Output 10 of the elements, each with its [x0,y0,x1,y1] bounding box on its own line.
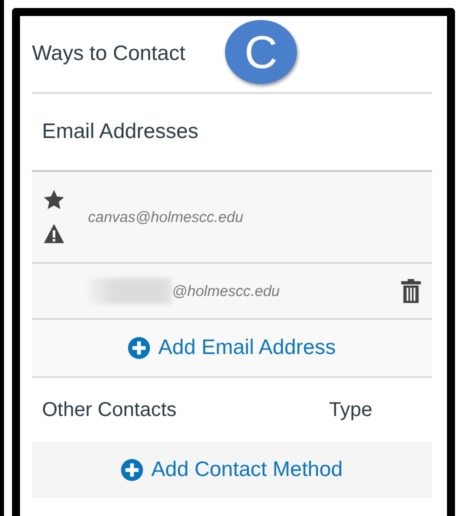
column-header: Type [329,398,372,422]
section-heading: Email Addresses [42,120,198,144]
plus-icon [121,459,144,481]
column-header: Other Contacts [42,398,178,422]
email-address: @holmescc.edu [172,282,280,300]
delete-button[interactable] [400,279,422,303]
plus-icon [128,337,150,359]
email-address: canvas@holmescc.edu [88,208,244,226]
step-badge: C [225,20,297,84]
section-title: Ways to Contact [32,42,186,66]
